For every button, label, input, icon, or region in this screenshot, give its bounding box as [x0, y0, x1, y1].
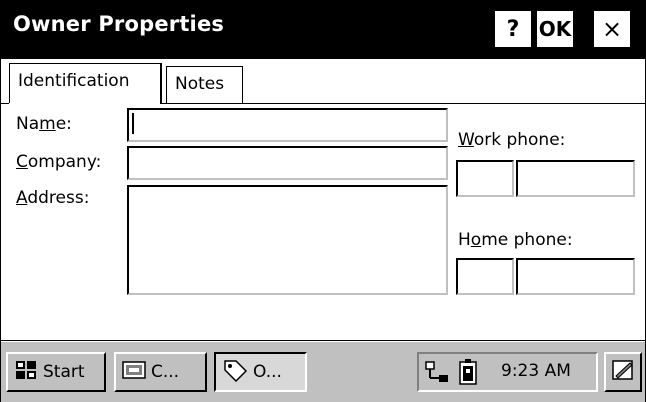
- name-field[interactable]: [127, 108, 448, 142]
- home-phone-label: Home phone:: [458, 230, 573, 250]
- ok-button[interactable]: OK: [536, 10, 574, 48]
- home-phone-area-field[interactable]: [456, 258, 514, 295]
- show-desktop-button[interactable]: [604, 352, 642, 392]
- clock[interactable]: 9:23 AM: [501, 361, 571, 381]
- tab-strip: Identification Notes: [1, 59, 645, 104]
- title-bar: Owner Properties ? OK ×: [1, 1, 645, 59]
- start-flag-icon: [14, 359, 38, 386]
- close-icon: ×: [601, 15, 623, 43]
- task2-label: O...: [253, 362, 282, 382]
- company-field[interactable]: [127, 146, 448, 180]
- name-label: Name:: [16, 114, 72, 134]
- start-label: Start: [43, 362, 85, 382]
- close-button[interactable]: ×: [593, 10, 631, 48]
- tab-identification[interactable]: Identification: [9, 63, 162, 104]
- task1-label: C...: [151, 362, 180, 382]
- company-label: Company:: [16, 152, 102, 172]
- control-panel-icon: [122, 360, 146, 385]
- work-phone-number-field[interactable]: [516, 160, 635, 197]
- system-tray: 9:23 AM: [417, 352, 598, 392]
- home-phone-number-field[interactable]: [516, 258, 635, 295]
- taskbar: Start C... O... 9:23 AM: [1, 341, 645, 402]
- owner-tag-icon: [222, 358, 248, 387]
- battery-icon[interactable]: [457, 359, 479, 392]
- work-phone-area-field[interactable]: [456, 160, 514, 197]
- address-field[interactable]: [127, 185, 448, 295]
- tab-notes[interactable]: Notes: [166, 66, 243, 103]
- work-phone-label: Work phone:: [458, 130, 566, 150]
- show-desktop-icon: [610, 357, 636, 387]
- taskbar-task-control-panel[interactable]: C...: [114, 352, 207, 392]
- help-button[interactable]: ?: [494, 10, 532, 48]
- window-title: Owner Properties: [13, 12, 225, 36]
- taskbar-task-owner[interactable]: O...: [214, 352, 307, 392]
- start-button[interactable]: Start: [6, 352, 106, 392]
- address-label: Address:: [16, 188, 90, 208]
- network-icon[interactable]: [423, 360, 451, 391]
